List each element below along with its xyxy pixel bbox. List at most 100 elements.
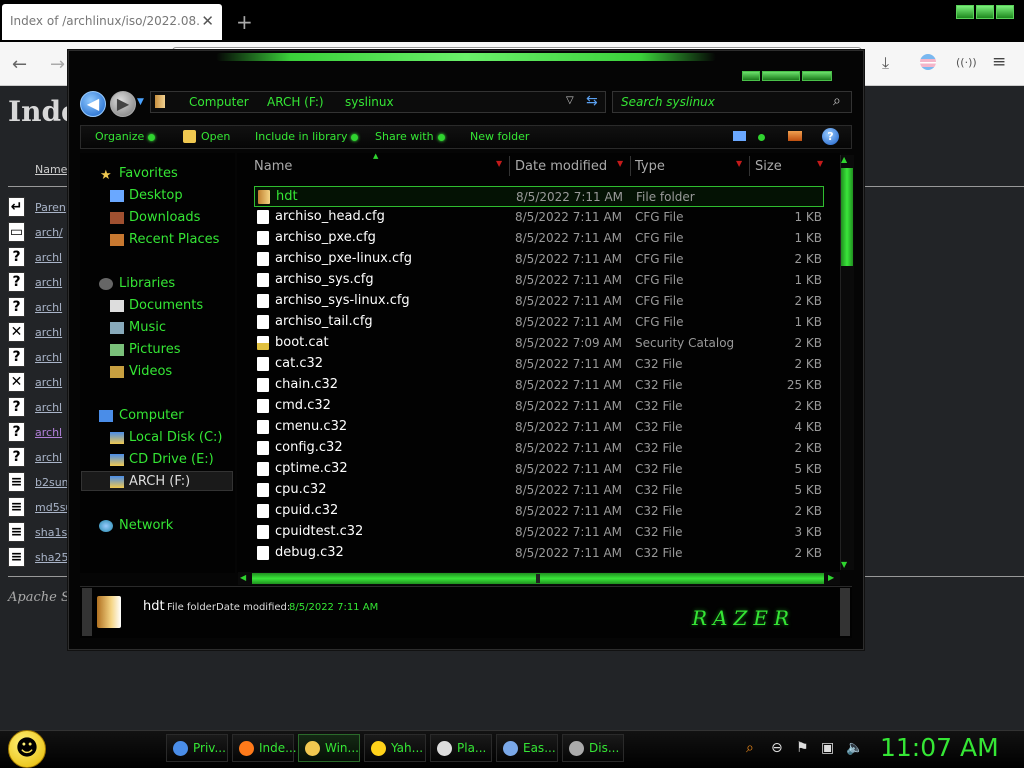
refresh-icon[interactable]: ⇆	[586, 93, 598, 109]
nav-documents[interactable]: Documents	[129, 298, 203, 313]
listing-link[interactable]: Paren	[35, 201, 66, 214]
nav-pictures[interactable]: Pictures	[129, 342, 180, 357]
breadcrumb-computer[interactable]: Computer	[189, 95, 249, 109]
listing-link[interactable]: arch/	[35, 226, 63, 239]
change-view-icon[interactable]	[733, 131, 746, 141]
search-icon[interactable]: ⌕	[746, 740, 754, 756]
nav-computer[interactable]: Computer	[119, 408, 184, 423]
date-filter-dropdown-icon[interactable]	[615, 156, 629, 176]
listing-link[interactable]: b2sum	[35, 476, 72, 489]
nav-downloads[interactable]: Downloads	[129, 210, 200, 225]
forward-arrow-icon[interactable]: →	[50, 54, 65, 75]
maximize-button[interactable]	[762, 71, 800, 81]
view-options-dot-icon[interactable]	[758, 134, 765, 141]
file-row[interactable]: boot.cat 8/5/2022 7:09 AM Security Catalog…	[254, 333, 824, 354]
start-button-smiley-icon[interactable]: ☻	[8, 730, 46, 768]
file-row[interactable]: archiso_pxe.cfg 8/5/2022 7:11 AM CFG File 1…	[254, 228, 824, 249]
listing-link[interactable]: archl	[35, 276, 62, 289]
taskbar-button[interactable]: Inde...	[232, 734, 297, 762]
file-row[interactable]: cpuid.c32 8/5/2022 7:11 AM C32 File 2 KB	[254, 501, 824, 522]
scroll-left-icon[interactable]: ◀	[240, 573, 246, 582]
listing-link[interactable]: archl	[35, 251, 62, 264]
organize-button[interactable]: Organize	[95, 130, 156, 143]
vertical-scroll-thumb[interactable]	[841, 168, 853, 266]
new-folder-button[interactable]: New folder	[470, 130, 529, 143]
network-icon[interactable]: ▣	[821, 740, 834, 756]
preview-pane-icon[interactable]	[788, 131, 802, 141]
scroll-up-icon[interactable]: ▲	[841, 155, 847, 164]
nav-desktop[interactable]: Desktop	[129, 188, 183, 203]
file-row[interactable]: cat.c32 8/5/2022 7:11 AM C32 File 2 KB	[254, 354, 824, 375]
taskbar-button[interactable]: Yah...	[364, 734, 426, 762]
close-icon[interactable]: ✕	[201, 12, 214, 30]
new-tab-button[interactable]: +	[236, 10, 253, 34]
file-row[interactable]: cmd.c32 8/5/2022 7:11 AM C32 File 2 KB	[254, 396, 824, 417]
close-button[interactable]	[802, 71, 832, 81]
file-row[interactable]: cptime.c32 8/5/2022 7:11 AM C32 File 5 KB	[254, 459, 824, 480]
taskbar-button[interactable]: Dis...	[562, 734, 624, 762]
volume-icon[interactable]: 🔈	[846, 740, 863, 756]
column-header-name[interactable]: Name	[254, 159, 292, 174]
size-filter-dropdown-icon[interactable]	[815, 156, 829, 176]
file-row[interactable]: cpu.c32 8/5/2022 7:11 AM C32 File 5 KB	[254, 480, 824, 501]
column-header-date[interactable]: Date modified	[515, 159, 607, 174]
column-header-size[interactable]: Size	[755, 159, 782, 174]
type-filter-dropdown-icon[interactable]	[734, 156, 748, 176]
help-icon[interactable]: ?	[822, 128, 839, 145]
taskbar-button[interactable]: Win...	[298, 734, 360, 762]
breadcrumb-arch[interactable]: ARCH (F:)	[267, 95, 324, 109]
listing-link[interactable]: archl	[35, 326, 62, 339]
file-row[interactable]: archiso_pxe-linux.cfg 8/5/2022 7:11 AM CFG…	[254, 249, 824, 270]
recent-pages-icon[interactable]: ▼	[137, 97, 144, 107]
chevron-down-icon[interactable]: ▽	[566, 95, 574, 106]
listing-link[interactable]: archl	[35, 401, 62, 414]
back-arrow-icon[interactable]: ←	[12, 54, 27, 75]
taskbar-button[interactable]: Priv...	[166, 734, 228, 762]
file-row[interactable]: archiso_head.cfg 8/5/2022 7:11 AM CFG File…	[254, 207, 824, 228]
hamburger-menu-icon[interactable]: ≡	[992, 52, 1006, 72]
scroll-down-icon[interactable]: ▼	[841, 560, 847, 569]
extension-icon[interactable]	[920, 54, 936, 70]
file-row[interactable]: archiso_tail.cfg 8/5/2022 7:11 AM CFG File…	[254, 312, 824, 333]
column-divider[interactable]	[630, 156, 631, 176]
open-button[interactable]: Open	[201, 130, 230, 143]
nav-music[interactable]: Music	[129, 320, 166, 335]
listing-link[interactable]: archl	[35, 426, 62, 439]
nav-libraries[interactable]: Libraries	[119, 276, 175, 291]
forward-icon[interactable]: ▶	[110, 91, 136, 117]
share-with-button[interactable]: Share with	[375, 130, 445, 143]
nav-network[interactable]: Network	[119, 518, 173, 533]
minimize-button[interactable]	[956, 5, 974, 19]
listing-link[interactable]: archl	[35, 376, 62, 389]
breadcrumb-syslinux[interactable]: syslinux	[345, 95, 394, 109]
search-icon[interactable]: ⌕	[833, 93, 841, 109]
taskbar-button[interactable]: Eas...	[496, 734, 558, 762]
explorer-window-controls[interactable]	[742, 66, 842, 81]
nav-recent-places[interactable]: Recent Places	[129, 232, 219, 247]
file-row[interactable]: archiso_sys.cfg 8/5/2022 7:11 AM CFG File 1…	[254, 270, 824, 291]
back-icon[interactable]: ◀	[80, 91, 106, 117]
column-divider[interactable]	[509, 156, 510, 176]
listing-link[interactable]: md5su	[35, 501, 72, 514]
column-header-type[interactable]: Type	[635, 159, 665, 174]
nav-favorites[interactable]: Favorites	[119, 166, 178, 181]
window-controls[interactable]	[956, 4, 1018, 20]
browser-tab[interactable]: Index of /archlinux/iso/2022.08.05 ✕	[2, 4, 222, 40]
listing-link[interactable]: sha25	[35, 551, 68, 564]
include-in-library-button[interactable]: Include in library	[255, 130, 359, 143]
minimize-button[interactable]	[742, 71, 760, 81]
maximize-button[interactable]	[976, 5, 994, 19]
action-center-flag-icon[interactable]: ⚑	[796, 740, 809, 756]
listing-link[interactable]: archl	[35, 351, 62, 364]
vpn-icon[interactable]: ((·))	[956, 56, 977, 69]
taskbar-button[interactable]: Pla...	[430, 734, 492, 762]
tray-status-icon[interactable]: ⊖	[771, 740, 783, 756]
file-row[interactable]: cpuidtest.c32 8/5/2022 7:11 AM C32 File 3 K…	[254, 522, 824, 543]
nav-videos[interactable]: Videos	[129, 364, 172, 379]
listing-link[interactable]: sha1s	[35, 526, 67, 539]
nav-arch-drive[interactable]: ARCH (F:)	[129, 474, 190, 489]
file-row[interactable]: cmenu.c32 8/5/2022 7:11 AM C32 File 4 KB	[254, 417, 824, 438]
file-row[interactable]: chain.c32 8/5/2022 7:11 AM C32 File 25 KB	[254, 375, 824, 396]
download-icon[interactable]: ⤓	[882, 53, 889, 73]
file-row[interactable]: archiso_sys-linux.cfg 8/5/2022 7:11 AM CFG…	[254, 291, 824, 312]
